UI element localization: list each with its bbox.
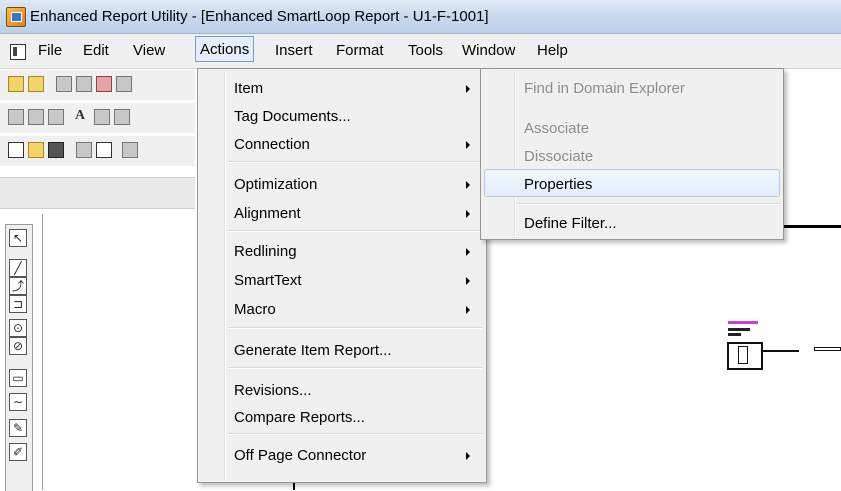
menu-item-dissociate[interactable]: Dissociate bbox=[524, 148, 593, 165]
menu-item-associate[interactable]: Associate bbox=[524, 120, 589, 137]
menu-item-find-in-domain-explorer[interactable]: Find in Domain Explorer bbox=[524, 80, 685, 97]
app-icon[interactable] bbox=[6, 7, 26, 27]
erase-icon[interactable] bbox=[48, 109, 64, 125]
menu-gutter bbox=[514, 71, 516, 237]
menu-file[interactable]: File bbox=[38, 42, 62, 59]
menu-tools[interactable]: Tools bbox=[408, 42, 443, 59]
text-style-icon[interactable] bbox=[94, 109, 110, 125]
ellipse-icon[interactable]: ⊘ bbox=[9, 337, 27, 355]
toolbar-row-3 bbox=[0, 136, 195, 166]
pencil-icon[interactable]: ✐ bbox=[9, 443, 27, 461]
drawing-toolbar: ↖ ╱ ⤴ ⊐ ⊙ ⊘ ▭ ∼ ✎ ✐ bbox=[5, 224, 33, 491]
menu-item-optimization[interactable]: Optimization bbox=[234, 176, 317, 193]
save-icon[interactable] bbox=[48, 142, 64, 158]
menu-view[interactable]: View bbox=[133, 42, 165, 59]
menu-item-off-page-connector[interactable]: Off Page Connector bbox=[234, 447, 366, 464]
new-file-icon[interactable] bbox=[8, 142, 24, 158]
menu-item-tag-documents[interactable]: Tag Documents... bbox=[234, 108, 351, 125]
curve-icon[interactable]: ∼ bbox=[9, 393, 27, 411]
symbol-tag-label bbox=[728, 321, 758, 324]
menu-item-revisions[interactable]: Revisions... bbox=[234, 382, 312, 399]
symbol-text-line bbox=[728, 333, 741, 336]
menu-item-generate-item-report[interactable]: Generate Item Report... bbox=[234, 342, 392, 359]
submenu-arrow-icon bbox=[466, 210, 470, 218]
actions-menu: Item Tag Documents... Connection Optimiz… bbox=[197, 68, 487, 483]
undo-icon[interactable] bbox=[8, 109, 24, 125]
submenu-arrow-icon bbox=[466, 248, 470, 256]
submenu-arrow-icon bbox=[466, 141, 470, 149]
menu-item-connection[interactable]: Connection bbox=[234, 136, 310, 153]
print-icon[interactable] bbox=[122, 142, 138, 158]
submenu-arrow-icon bbox=[466, 181, 470, 189]
terminal-symbol-inner bbox=[738, 346, 748, 364]
print-preview-icon[interactable] bbox=[76, 142, 92, 158]
window-title: Enhanced Report Utility - [Enhanced Smar… bbox=[30, 8, 489, 25]
line-icon[interactable]: ╱ bbox=[9, 259, 27, 277]
toolbar-row-empty bbox=[0, 177, 195, 209]
menu-item-alignment[interactable]: Alignment bbox=[234, 205, 301, 222]
submenu-arrow-icon bbox=[466, 85, 470, 93]
menu-bar: File Edit View Actions Insert Format Too… bbox=[0, 34, 841, 69]
submenu-arrow-icon bbox=[466, 277, 470, 285]
menu-separator bbox=[517, 203, 780, 205]
submenu-arrow-icon bbox=[466, 452, 470, 460]
menu-item-compare-reports[interactable]: Compare Reports... bbox=[234, 409, 365, 426]
menu-separator bbox=[228, 161, 482, 163]
document-icon[interactable] bbox=[10, 44, 26, 60]
edit-icon[interactable]: ✎ bbox=[9, 419, 27, 437]
item-submenu: Find in Domain Explorer Associate Dissoc… bbox=[480, 68, 784, 240]
symbol-text-line bbox=[728, 328, 750, 331]
menu-separator bbox=[228, 327, 482, 329]
menu-help[interactable]: Help bbox=[537, 42, 568, 59]
text-bold-icon[interactable]: A bbox=[72, 109, 88, 125]
folder-icon[interactable] bbox=[28, 76, 44, 92]
find-icon[interactable] bbox=[56, 76, 72, 92]
title-bar: Enhanced Report Utility - [Enhanced Smar… bbox=[0, 0, 841, 34]
menu-item-properties[interactable]: Properties bbox=[524, 176, 592, 193]
menu-separator bbox=[228, 367, 482, 369]
connector-symbol[interactable] bbox=[814, 347, 841, 351]
menu-item-smarttext[interactable]: SmartText bbox=[234, 272, 302, 289]
menu-edit[interactable]: Edit bbox=[83, 42, 109, 59]
open-folder-icon[interactable] bbox=[8, 76, 24, 92]
arc-line-icon[interactable]: ⤴ bbox=[9, 277, 27, 295]
menu-item-item[interactable]: Item bbox=[234, 80, 263, 97]
route-icon[interactable] bbox=[96, 76, 112, 92]
connect-icon[interactable] bbox=[116, 76, 132, 92]
menu-separator bbox=[228, 230, 482, 232]
circle-icon[interactable]: ⊙ bbox=[9, 319, 27, 337]
polyline-icon[interactable]: ⊐ bbox=[9, 295, 27, 313]
menu-window[interactable]: Window bbox=[462, 42, 515, 59]
canvas-border bbox=[42, 214, 43, 490]
submenu-arrow-icon bbox=[466, 306, 470, 314]
menu-item-redlining[interactable]: Redlining bbox=[234, 243, 297, 260]
menu-item-define-filter[interactable]: Define Filter... bbox=[524, 215, 617, 232]
menu-actions[interactable]: Actions bbox=[195, 36, 255, 62]
insert-icon[interactable] bbox=[96, 142, 112, 158]
redline-icon[interactable] bbox=[28, 109, 44, 125]
open-file-icon[interactable] bbox=[28, 142, 44, 158]
text-format-icon[interactable] bbox=[114, 109, 130, 125]
menu-gutter bbox=[224, 71, 226, 480]
pointer-icon[interactable]: ↖ bbox=[9, 229, 27, 247]
toolbar-row-1 bbox=[0, 70, 195, 100]
connection-line[interactable] bbox=[763, 350, 799, 352]
rectangle-icon[interactable]: ▭ bbox=[9, 369, 27, 387]
select-icon[interactable] bbox=[76, 76, 92, 92]
toolbar-row-2: A bbox=[0, 103, 195, 133]
menu-separator bbox=[228, 433, 482, 435]
menu-insert[interactable]: Insert bbox=[275, 42, 313, 59]
menu-item-macro[interactable]: Macro bbox=[234, 301, 276, 318]
menu-format[interactable]: Format bbox=[336, 42, 384, 59]
